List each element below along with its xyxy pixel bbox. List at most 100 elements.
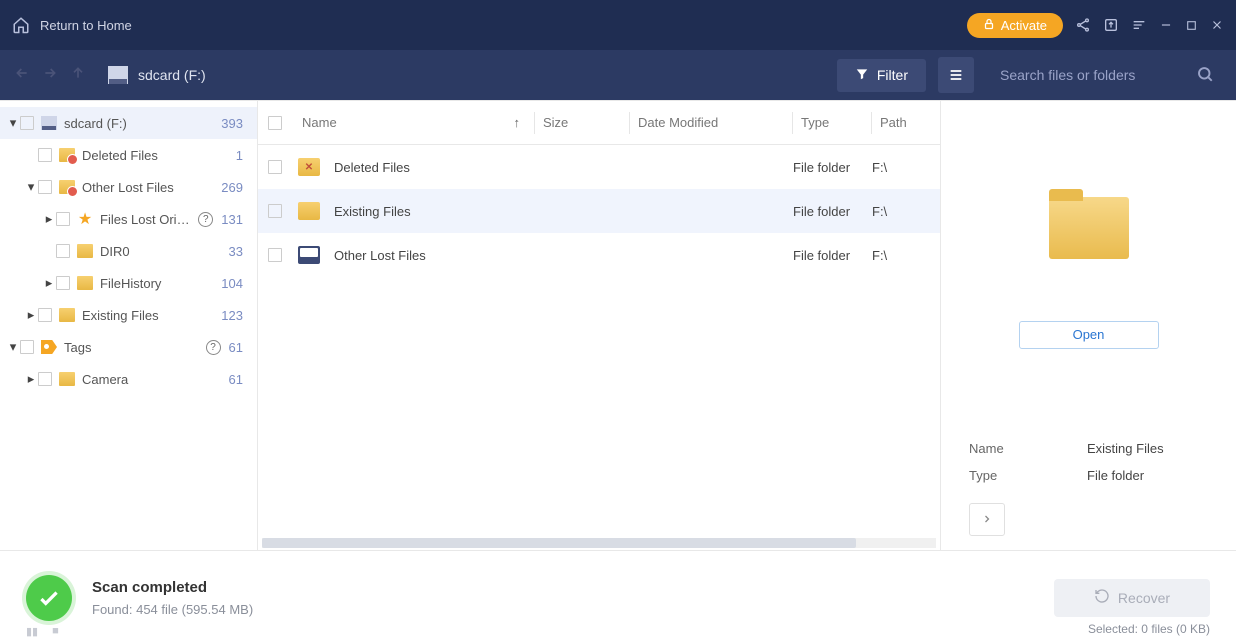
tree-checkbox[interactable]	[20, 116, 34, 130]
column-size[interactable]: Size	[535, 115, 629, 130]
expand-caret-icon[interactable]: ▸	[42, 275, 56, 291]
file-list-body: Deleted FilesFile folderF:\ Existing File…	[258, 145, 940, 538]
activate-label: Activate	[1001, 18, 1047, 33]
column-path[interactable]: Path	[872, 115, 940, 130]
tree-item-filehistory[interactable]: ▸FileHistory104	[0, 267, 257, 299]
folder-icon	[58, 147, 76, 163]
tree-item-camera[interactable]: ▸Camera61	[0, 363, 257, 395]
filter-button[interactable]: Filter	[837, 59, 926, 92]
return-home-link[interactable]: Return to Home	[40, 18, 132, 33]
tree-checkbox[interactable]	[38, 308, 52, 322]
tree-item-existing-files[interactable]: ▸Existing Files123	[0, 299, 257, 331]
row-checkbox[interactable]	[268, 204, 282, 218]
tree-item-count: 1	[236, 148, 243, 163]
preview-panel: Open Name Existing Files Type File folde…	[940, 101, 1236, 550]
tree-checkbox[interactable]	[38, 372, 52, 386]
sort-arrow-icon: ↑	[514, 115, 521, 130]
activate-button[interactable]: Activate	[967, 13, 1063, 38]
breadcrumb[interactable]: sdcard (F:)	[108, 66, 206, 84]
tree-item-count: 131	[221, 212, 243, 227]
nav-up-icon[interactable]	[70, 65, 86, 86]
tree-item-label: Tags	[64, 340, 202, 355]
help-icon[interactable]: ?	[206, 340, 221, 355]
tree-item-label: Deleted Files	[82, 148, 228, 163]
tree-checkbox[interactable]	[38, 180, 52, 194]
tree-item-count: 269	[221, 180, 243, 195]
menu-icon[interactable]	[1131, 17, 1147, 33]
tree-panel: ▾ sdcard (F:) 393 Deleted Files 1 ▾ Other Lost…	[0, 101, 258, 550]
tree-item-count: 393	[221, 116, 243, 131]
file-row-deleted-files[interactable]: Deleted FilesFile folderF:\	[258, 145, 940, 189]
feedback-icon[interactable]	[1103, 17, 1119, 33]
tree-item-label: DIR0	[100, 244, 221, 259]
share-icon[interactable]	[1075, 17, 1091, 33]
column-name-label: Name	[302, 115, 337, 130]
tree-item-dir0[interactable]: DIR033	[0, 235, 257, 267]
maximize-icon[interactable]	[1185, 19, 1198, 32]
recover-icon	[1094, 588, 1110, 607]
column-type[interactable]: Type	[793, 115, 871, 130]
expand-caret-icon[interactable]: ▸	[24, 307, 38, 323]
folder-icon	[1049, 197, 1129, 259]
breadcrumb-label: sdcard (F:)	[138, 67, 206, 83]
stop-icon[interactable]: ■	[52, 625, 59, 638]
expand-caret-icon[interactable]: ▸	[24, 371, 38, 387]
horizontal-scrollbar[interactable]	[262, 538, 936, 548]
folder-icon	[58, 371, 76, 387]
help-icon[interactable]: ?	[198, 212, 213, 227]
meta-type-label: Type	[969, 468, 1087, 483]
row-checkbox[interactable]	[268, 248, 282, 262]
file-name: Existing Files	[334, 204, 411, 219]
tree-item-label: Other Lost Files	[82, 180, 213, 195]
toolbar: sdcard (F:) Filter	[0, 50, 1236, 100]
search-icon[interactable]	[1196, 65, 1214, 86]
play-controls: ▮▮ ■	[26, 625, 59, 638]
drive-icon	[298, 246, 320, 264]
column-check[interactable]	[258, 116, 298, 130]
tree-item-label: Camera	[82, 372, 221, 387]
pause-icon[interactable]: ▮▮	[26, 625, 38, 638]
tree-item-files-lost-original-[interactable]: ▸ ★ Files Lost Original ...? 131	[0, 203, 257, 235]
status-title: Scan completed	[92, 579, 1034, 596]
column-name[interactable]: Name ↑	[298, 115, 534, 130]
open-button[interactable]: Open	[1019, 321, 1159, 349]
folder-icon	[76, 275, 94, 291]
row-checkbox[interactable]	[268, 160, 282, 174]
expand-caret-icon[interactable]: ▾	[24, 179, 38, 195]
drive-icon	[40, 115, 58, 131]
tree-item-deleted-files[interactable]: Deleted Files 1	[0, 139, 257, 171]
star-icon: ★	[76, 211, 94, 227]
title-bar: Return to Home Activate	[0, 0, 1236, 50]
column-date[interactable]: Date Modified	[630, 115, 792, 130]
tree-item-sdcard-f-[interactable]: ▾ sdcard (F:) 393	[0, 107, 257, 139]
tree-item-tags[interactable]: ▾Tags?61	[0, 331, 257, 363]
file-row-other-lost-files[interactable]: Other Lost FilesFile folderF:\	[258, 233, 940, 277]
preview-meta: Name Existing Files Type File folder	[969, 441, 1208, 495]
tree-checkbox[interactable]	[56, 276, 70, 290]
file-type: File folder	[793, 204, 871, 219]
tree-item-other-lost-files[interactable]: ▾ Other Lost Files 269	[0, 171, 257, 203]
tree-checkbox[interactable]	[56, 244, 70, 258]
expand-caret-icon[interactable]: ▾	[6, 115, 20, 131]
tree-checkbox[interactable]	[56, 212, 70, 226]
search-input[interactable]	[1000, 67, 1186, 83]
folder-icon	[58, 307, 76, 323]
file-row-existing-files[interactable]: Existing FilesFile folderF:\	[258, 189, 940, 233]
tree-item-label: Files Lost Original ...	[100, 212, 194, 227]
file-name: Other Lost Files	[334, 248, 426, 263]
recover-button[interactable]: Recover	[1054, 579, 1210, 617]
file-path: F:\	[872, 160, 940, 175]
expand-caret-icon[interactable]: ▸	[42, 211, 56, 227]
preview-next-button[interactable]	[969, 503, 1005, 536]
nav-forward-icon[interactable]	[42, 65, 58, 86]
close-icon[interactable]	[1210, 18, 1224, 32]
view-options-button[interactable]	[938, 57, 974, 93]
status-success-icon	[26, 575, 72, 621]
minimize-icon[interactable]	[1159, 18, 1173, 32]
expand-caret-icon[interactable]: ▾	[6, 339, 20, 355]
home-icon[interactable]	[12, 16, 30, 34]
tree-item-label: sdcard (F:)	[64, 116, 213, 131]
tree-checkbox[interactable]	[20, 340, 34, 354]
tree-checkbox[interactable]	[38, 148, 52, 162]
nav-back-icon[interactable]	[14, 65, 30, 86]
